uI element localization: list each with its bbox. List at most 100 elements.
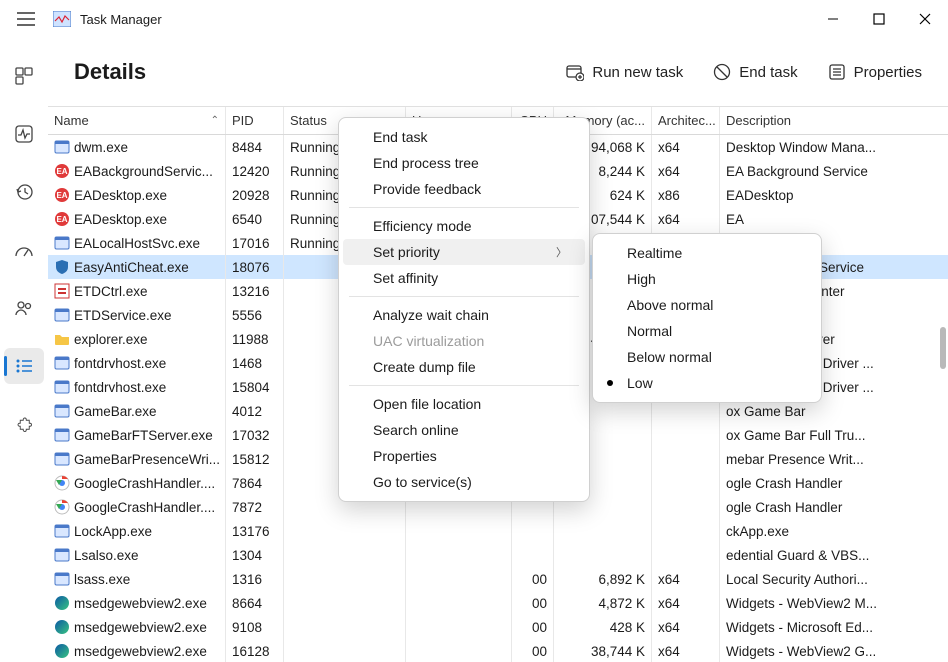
process-icon — [54, 379, 70, 395]
menu-item[interactable]: Realtime — [593, 240, 821, 266]
pid-cell: 15812 — [226, 447, 284, 471]
desc-cell: ckApp.exe — [720, 519, 948, 543]
menu-item[interactable]: Normal — [593, 318, 821, 344]
side-nav — [0, 38, 48, 662]
menu-item[interactable]: High — [593, 266, 821, 292]
hamburger-menu-button[interactable] — [6, 0, 46, 38]
process-icon — [54, 499, 70, 515]
pid-cell: 1304 — [226, 543, 284, 567]
name-cell: GameBarPresenceWri... — [74, 452, 220, 467]
col-desc[interactable]: Description — [720, 107, 948, 134]
name-cell: msedgewebview2.exe — [74, 620, 207, 635]
menu-item-label: Below normal — [627, 349, 712, 365]
minimize-button[interactable] — [810, 0, 856, 38]
name-cell: msedgewebview2.exe — [74, 644, 207, 659]
context-menu[interactable]: End taskEnd process treeProvide feedback… — [338, 117, 590, 502]
menu-item[interactable]: Set priority〉 — [343, 239, 585, 265]
mem-cell: 428 K — [554, 615, 652, 639]
pid-cell: 6540 — [226, 207, 284, 231]
desc-cell: ox Game Bar Full Tru... — [720, 423, 948, 447]
sort-caret-icon: ⌃ — [211, 115, 219, 126]
svg-text:EA: EA — [56, 191, 67, 200]
table-row[interactable]: msedgewebview2.exe8664004,872 Kx64Widget… — [48, 591, 948, 615]
arch-cell: x64 — [652, 615, 720, 639]
menu-item[interactable]: Provide feedback — [339, 176, 589, 202]
menu-item[interactable]: Below normal — [593, 344, 821, 370]
menu-item-label: Go to service(s) — [373, 474, 472, 490]
menu-item[interactable]: End process tree — [339, 150, 589, 176]
desc-cell: Widgets - WebView2 M... — [720, 591, 948, 615]
table-row[interactable]: Lsalso.exe1304edential Guard & VBS... — [48, 543, 948, 567]
pid-cell: 1316 — [226, 567, 284, 591]
nav-startup[interactable] — [4, 232, 44, 268]
col-pid[interactable]: PID — [226, 107, 284, 134]
run-new-task-button[interactable]: Run new task — [558, 57, 691, 87]
history-icon — [15, 183, 33, 201]
menu-item-label: Low — [627, 375, 653, 391]
name-cell: Lsalso.exe — [74, 548, 139, 563]
nav-processes[interactable] — [4, 58, 44, 94]
process-icon — [54, 331, 70, 347]
menu-item[interactable]: Search online — [339, 417, 589, 443]
process-icon — [54, 547, 70, 563]
name-cell: fontdrvhost.exe — [74, 356, 166, 371]
process-icon — [54, 451, 70, 467]
desc-cell: EA — [720, 207, 948, 231]
nav-services[interactable] — [4, 406, 44, 442]
menu-item[interactable]: Open file location — [339, 391, 589, 417]
desc-cell: Widgets - Microsoft Ed... — [720, 615, 948, 639]
page-header: Details Run new task End task Properties — [48, 38, 948, 106]
vertical-scrollbar[interactable] — [940, 327, 946, 369]
table-row[interactable]: msedgewebview2.exe910800428 Kx64Widgets … — [48, 615, 948, 639]
menu-item[interactable]: Properties — [339, 443, 589, 469]
nav-users[interactable] — [4, 290, 44, 326]
window-controls — [810, 0, 948, 38]
mem-cell: 4,872 K — [554, 591, 652, 615]
process-icon — [54, 643, 70, 659]
arch-cell: x64 — [652, 207, 720, 231]
menu-item[interactable]: Analyze wait chain — [339, 302, 589, 328]
menu-item[interactable]: Set affinity — [339, 265, 589, 291]
menu-item[interactable]: Low — [593, 370, 821, 396]
arch-cell: x64 — [652, 135, 720, 159]
close-button[interactable] — [902, 0, 948, 38]
table-row[interactable]: lsass.exe1316006,892 Kx64Local Security … — [48, 567, 948, 591]
pid-cell: 17016 — [226, 231, 284, 255]
arch-cell: x86 — [652, 183, 720, 207]
menu-item[interactable]: Go to service(s) — [339, 469, 589, 495]
pid-cell: 7872 — [226, 495, 284, 519]
name-cell: EADesktop.exe — [74, 212, 167, 227]
nav-details[interactable] — [4, 348, 44, 384]
mem-cell: 6,892 K — [554, 567, 652, 591]
name-cell: lsass.exe — [74, 572, 130, 587]
nav-history[interactable] — [4, 174, 44, 210]
menu-item[interactable]: Above normal — [593, 292, 821, 318]
end-task-button[interactable]: End task — [705, 57, 805, 87]
name-cell: msedgewebview2.exe — [74, 596, 207, 611]
name-cell: dwm.exe — [74, 140, 128, 155]
user-cell — [406, 639, 512, 662]
menu-item-label: Properties — [373, 448, 437, 464]
run-new-task-label: Run new task — [592, 64, 683, 81]
pid-cell: 20928 — [226, 183, 284, 207]
name-cell: EasyAntiCheat.exe — [74, 260, 189, 275]
properties-button[interactable]: Properties — [820, 57, 930, 87]
hamburger-icon — [17, 12, 35, 26]
menu-item[interactable]: End task — [339, 124, 589, 150]
menu-item[interactable]: Efficiency mode — [339, 213, 589, 239]
mem-cell — [554, 543, 652, 567]
table-row[interactable]: msedgewebview2.exe161280038,744 Kx64Widg… — [48, 639, 948, 662]
desc-cell: Desktop Window Mana... — [720, 135, 948, 159]
priority-submenu[interactable]: RealtimeHigh Above normal Normal Below norm… — [592, 233, 822, 403]
menu-item[interactable]: Create dump file — [339, 354, 589, 380]
cpu-cell — [512, 519, 554, 543]
maximize-button[interactable] — [856, 0, 902, 38]
table-row[interactable]: LockApp.exe13176ckApp.exe — [48, 519, 948, 543]
nav-performance[interactable] — [4, 116, 44, 152]
menu-separator — [349, 385, 579, 386]
menu-item-label: Above normal — [627, 297, 713, 313]
pid-cell: 11988 — [226, 327, 284, 351]
name-cell: EALocalHostSvc.exe — [74, 236, 200, 251]
col-name[interactable]: Name⌃ — [48, 107, 226, 134]
col-arch[interactable]: Architec... — [652, 107, 720, 134]
